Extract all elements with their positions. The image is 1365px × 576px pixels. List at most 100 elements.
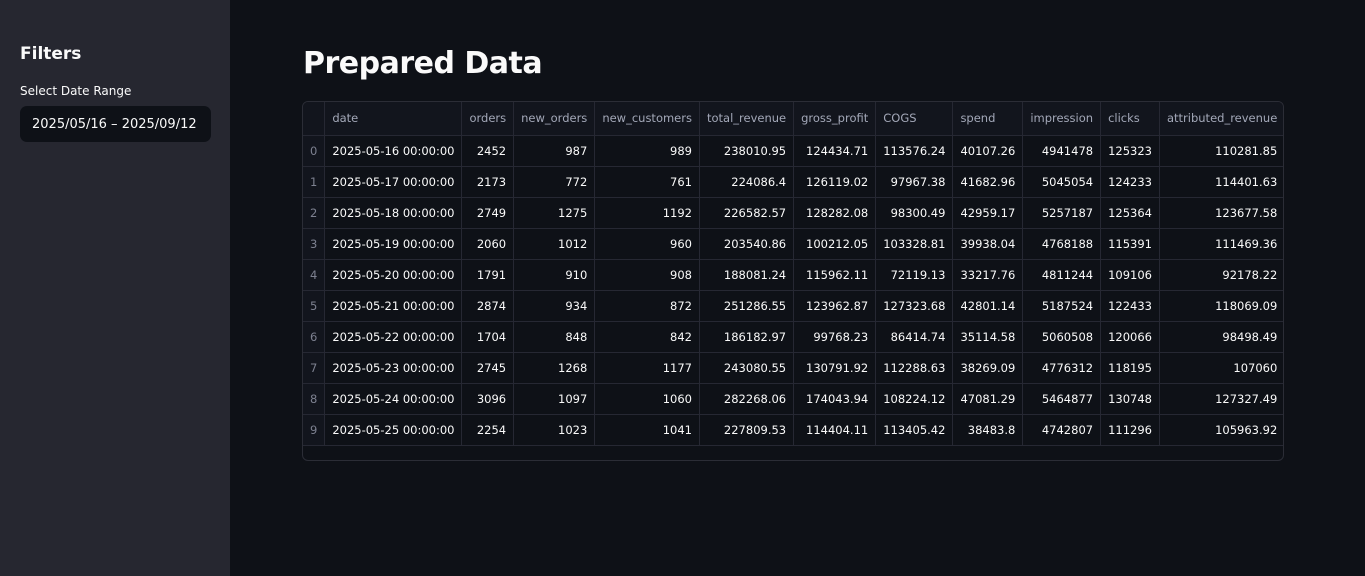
table-cell[interactable]: 5045054 — [1022, 166, 1102, 198]
table-cell[interactable]: 5187524 — [1022, 290, 1102, 322]
column-header-total_revenue[interactable]: total_revenue — [699, 102, 795, 136]
table-cell[interactable]: 251286.55 — [699, 290, 795, 322]
table-cell[interactable]: 122433 — [1100, 290, 1160, 322]
table-cell[interactable]: 38483.8 — [952, 414, 1024, 446]
table-cell[interactable]: 4941478 — [1022, 135, 1102, 167]
column-header-gross_profit[interactable]: gross_profit — [793, 102, 877, 136]
table-cell[interactable]: 1275 — [513, 197, 596, 229]
table-row[interactable]: 1 2025-05-17 00:00:00 2173 772 761 224086.4 12… — [303, 166, 1283, 198]
table-cell[interactable]: 112288.63 — [875, 352, 954, 384]
table-cell[interactable]: 72119.13 — [875, 259, 954, 291]
table-cell[interactable]: 103328.81 — [875, 228, 954, 260]
table-cell[interactable]: 960 — [594, 228, 700, 260]
table-cell[interactable]: 127327.49 — [1159, 383, 1283, 415]
table-cell[interactable]: 908 — [594, 259, 700, 291]
table-cell[interactable]: 227809.53 — [699, 414, 795, 446]
table-row[interactable]: 7 2025-05-23 00:00:00 2745 1268 1177 243080.5… — [303, 352, 1283, 384]
table-cell[interactable]: 1023 — [513, 414, 596, 446]
row-index[interactable]: 2 — [303, 197, 326, 229]
table-cell[interactable]: 4811244 — [1022, 259, 1102, 291]
table-cell[interactable]: 4768188 — [1022, 228, 1102, 260]
table-row[interactable]: 8 2025-05-24 00:00:00 3096 1097 1060 282268.0… — [303, 383, 1283, 415]
table-cell[interactable]: 118069.09 — [1159, 290, 1283, 322]
table-row[interactable]: 5 2025-05-21 00:00:00 2874 934 872 251286.55 1… — [303, 290, 1283, 322]
table-cell[interactable]: 2025-05-18 00:00:00 — [324, 197, 463, 229]
table-cell[interactable]: 224086.4 — [699, 166, 795, 198]
table-cell[interactable]: 107060 — [1159, 352, 1283, 384]
table-cell[interactable]: 105963.92 — [1159, 414, 1283, 446]
table-cell[interactable]: 126119.02 — [793, 166, 877, 198]
column-header-date[interactable]: date — [324, 102, 463, 136]
table-cell[interactable]: 113576.24 — [875, 135, 954, 167]
table-cell[interactable]: 100212.05 — [793, 228, 877, 260]
table-cell[interactable]: 108224.12 — [875, 383, 954, 415]
table-cell[interactable]: 128282.08 — [793, 197, 877, 229]
table-cell[interactable]: 2745 — [461, 352, 515, 384]
row-index[interactable]: 3 — [303, 228, 326, 260]
row-index[interactable]: 8 — [303, 383, 326, 415]
table-cell[interactable]: 203540.86 — [699, 228, 795, 260]
table-cell[interactable]: 125364 — [1100, 197, 1160, 229]
column-header-index[interactable] — [303, 102, 326, 136]
table-cell[interactable]: 109106 — [1100, 259, 1160, 291]
table-cell[interactable]: 174043.94 — [793, 383, 877, 415]
table-cell[interactable]: 5257187 — [1022, 197, 1102, 229]
row-index[interactable]: 7 — [303, 352, 326, 384]
table-cell[interactable]: 1012 — [513, 228, 596, 260]
table-cell[interactable]: 1192 — [594, 197, 700, 229]
table-cell[interactable]: 2025-05-19 00:00:00 — [324, 228, 463, 260]
table-cell[interactable]: 123677.58 — [1159, 197, 1283, 229]
table-cell[interactable]: 2025-05-16 00:00:00 — [324, 135, 463, 167]
table-cell[interactable]: 97967.38 — [875, 166, 954, 198]
table-cell[interactable]: 114404.11 — [793, 414, 877, 446]
table-cell[interactable]: 238010.95 — [699, 135, 795, 167]
table-row[interactable]: 3 2025-05-19 00:00:00 2060 1012 960 203540.86… — [303, 228, 1283, 260]
table-cell[interactable]: 1791 — [461, 259, 515, 291]
table-cell[interactable]: 130748 — [1100, 383, 1160, 415]
table-cell[interactable]: 2060 — [461, 228, 515, 260]
table-cell[interactable]: 2025-05-20 00:00:00 — [324, 259, 463, 291]
table-cell[interactable]: 2025-05-22 00:00:00 — [324, 321, 463, 353]
column-header-orders[interactable]: orders — [461, 102, 515, 136]
table-row[interactable]: 9 2025-05-25 00:00:00 2254 1023 1041 227809.5… — [303, 414, 1283, 446]
table-cell[interactable]: 2452 — [461, 135, 515, 167]
table-cell[interactable]: 1097 — [513, 383, 596, 415]
table-cell[interactable]: 127323.68 — [875, 290, 954, 322]
table-cell[interactable]: 2025-05-17 00:00:00 — [324, 166, 463, 198]
table-cell[interactable]: 125323 — [1100, 135, 1160, 167]
table-cell[interactable]: 186182.97 — [699, 321, 795, 353]
table-cell[interactable]: 2173 — [461, 166, 515, 198]
column-header-new_customers[interactable]: new_customers — [594, 102, 700, 136]
table-cell[interactable]: 1268 — [513, 352, 596, 384]
column-header-spend[interactable]: spend — [952, 102, 1024, 136]
table-cell[interactable]: 282268.06 — [699, 383, 795, 415]
column-header-new_orders[interactable]: new_orders — [513, 102, 596, 136]
table-cell[interactable]: 33217.76 — [952, 259, 1024, 291]
column-header-impression[interactable]: impression — [1022, 102, 1102, 136]
table-cell[interactable]: 92178.22 — [1159, 259, 1283, 291]
table-cell[interactable]: 2874 — [461, 290, 515, 322]
table-cell[interactable]: 243080.55 — [699, 352, 795, 384]
table-cell[interactable]: 842 — [594, 321, 700, 353]
table-cell[interactable]: 1704 — [461, 321, 515, 353]
row-index[interactable]: 5 — [303, 290, 326, 322]
table-cell[interactable]: 115962.11 — [793, 259, 877, 291]
table-row[interactable]: 2 2025-05-18 00:00:00 2749 1275 1192 226582.5… — [303, 197, 1283, 229]
column-header-cogs[interactable]: COGS — [875, 102, 954, 136]
data-table[interactable]: date orders new_orders new_customers total_r… — [302, 101, 1284, 461]
row-index[interactable]: 9 — [303, 414, 326, 446]
table-cell[interactable]: 2025-05-21 00:00:00 — [324, 290, 463, 322]
table-cell[interactable]: 99768.23 — [793, 321, 877, 353]
table-cell[interactable]: 130791.92 — [793, 352, 877, 384]
table-cell[interactable]: 115391 — [1100, 228, 1160, 260]
table-cell[interactable]: 5464877 — [1022, 383, 1102, 415]
table-cell[interactable]: 1041 — [594, 414, 700, 446]
table-cell[interactable]: 113405.42 — [875, 414, 954, 446]
table-cell[interactable]: 98498.49 — [1159, 321, 1283, 353]
table-cell[interactable]: 40107.26 — [952, 135, 1024, 167]
table-cell[interactable]: 39938.04 — [952, 228, 1024, 260]
row-index[interactable]: 0 — [303, 135, 326, 167]
table-cell[interactable]: 2025-05-25 00:00:00 — [324, 414, 463, 446]
column-header-clicks[interactable]: clicks — [1100, 102, 1160, 136]
table-cell[interactable]: 5060508 — [1022, 321, 1102, 353]
